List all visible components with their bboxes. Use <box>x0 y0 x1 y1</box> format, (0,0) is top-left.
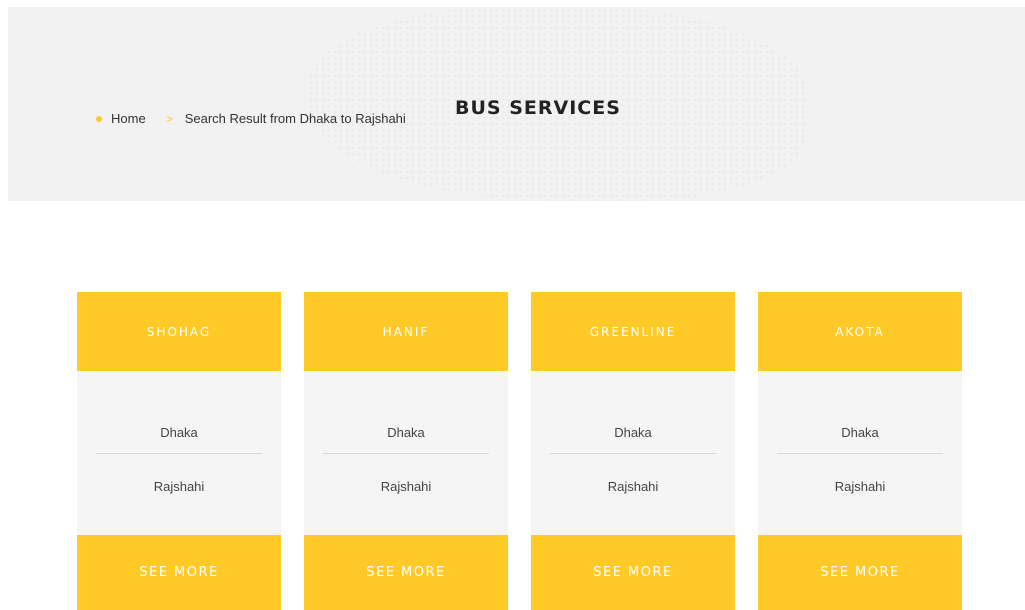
see-more-button[interactable]: SEE MORE <box>304 535 508 610</box>
route-info: Dhaka Rajshahi <box>758 371 962 535</box>
route-divider <box>323 453 489 454</box>
route-from: Dhaka <box>614 425 652 440</box>
breadcrumb-dot-icon <box>96 115 102 122</box>
see-more-label[interactable]: SEE MORE <box>820 565 900 580</box>
bus-service-list: SHOHAG Dhaka Rajshahi SEE MORE HANIF Dha… <box>0 292 1025 610</box>
bus-card: HANIF Dhaka Rajshahi SEE MORE <box>304 292 508 610</box>
breadcrumb: Home > Search Result from Dhaka to Rajsh… <box>96 111 406 126</box>
see-more-button[interactable]: SEE MORE <box>77 535 281 610</box>
bus-name: HANIF <box>304 292 508 371</box>
breadcrumb-home-link[interactable]: Home <box>111 111 146 126</box>
route-info: Dhaka Rajshahi <box>304 371 508 535</box>
route-from: Dhaka <box>160 425 198 440</box>
bus-card: GREENLINE Dhaka Rajshahi SEE MORE <box>531 292 735 610</box>
route-info: Dhaka Rajshahi <box>531 371 735 535</box>
bus-card: AKOTA Dhaka Rajshahi SEE MORE <box>758 292 962 610</box>
see-more-label[interactable]: SEE MORE <box>366 565 446 580</box>
route-divider <box>550 453 716 454</box>
breadcrumb-separator: > <box>165 111 173 126</box>
see-more-label[interactable]: SEE MORE <box>593 565 673 580</box>
see-more-button[interactable]: SEE MORE <box>531 535 735 610</box>
bus-name: AKOTA <box>758 292 962 371</box>
route-to: Rajshahi <box>380 479 432 494</box>
route-from: Dhaka <box>387 425 425 440</box>
route-divider <box>96 453 262 454</box>
see-more-label[interactable]: SEE MORE <box>139 565 219 580</box>
bus-name: GREENLINE <box>531 292 735 371</box>
route-to: Rajshahi <box>607 479 659 494</box>
route-to: Rajshahi <box>834 479 886 494</box>
breadcrumb-current: Search Result from Dhaka to Rajshahi <box>184 111 406 126</box>
bus-card: SHOHAG Dhaka Rajshahi SEE MORE <box>77 292 281 610</box>
route-info: Dhaka Rajshahi <box>77 371 281 535</box>
page-title: BUS SERVICES <box>455 97 621 119</box>
route-to: Rajshahi <box>153 479 205 494</box>
route-from: Dhaka <box>841 425 879 440</box>
bus-name: SHOHAG <box>77 292 281 371</box>
page-banner: Home > Search Result from Dhaka to Rajsh… <box>8 7 1025 201</box>
see-more-button[interactable]: SEE MORE <box>758 535 962 610</box>
route-divider <box>777 453 943 454</box>
